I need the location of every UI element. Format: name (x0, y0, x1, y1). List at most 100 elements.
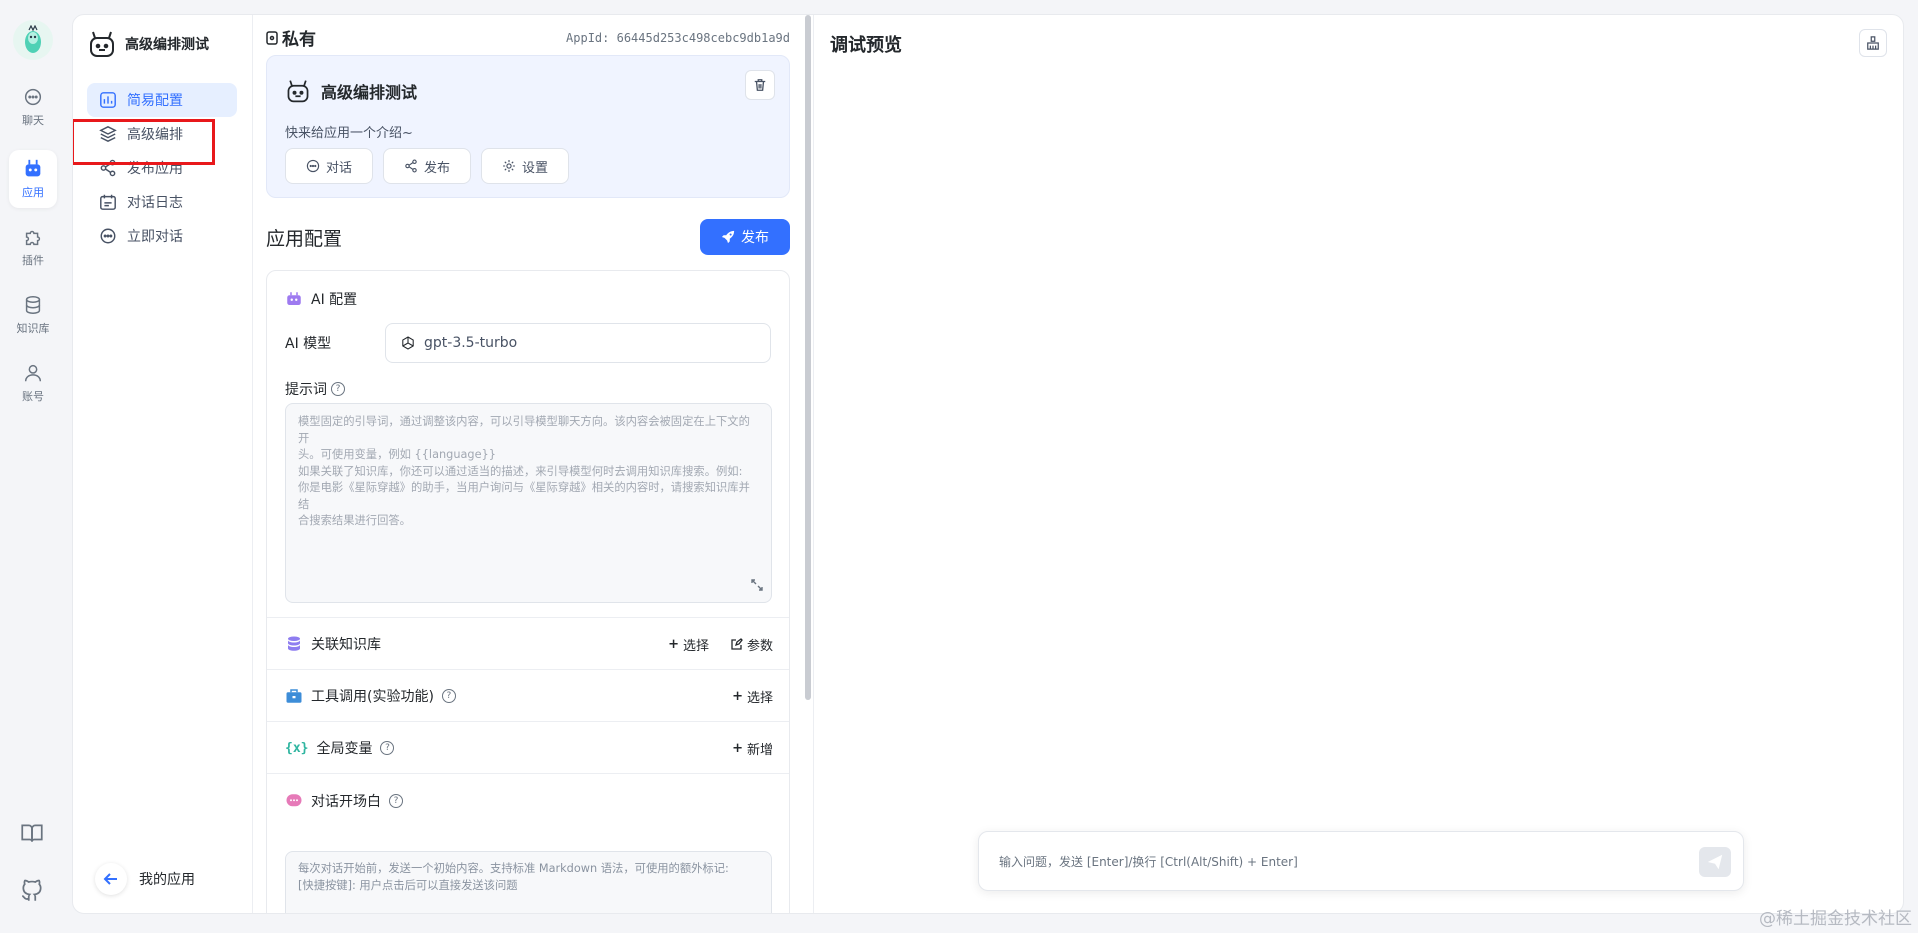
delete-app-button[interactable] (745, 70, 775, 100)
nav-label: 对话日志 (127, 195, 183, 211)
tools-title: 工具调用(实验功能) ? (285, 686, 456, 706)
dataset-params-button[interactable]: 参数 (731, 635, 773, 654)
publish-label: 发布 (741, 230, 769, 246)
chat-input[interactable]: 输入问题，发送 [Enter]/换行 [Ctrl(Alt/Shift) + En… (978, 831, 1744, 891)
nav-advanced-edit[interactable]: 高级编排 (87, 117, 237, 151)
avatar-icon (25, 25, 41, 53)
send-button[interactable] (1699, 847, 1731, 877)
dataset-section: 关联知识库 + 选择 参数 (285, 629, 773, 659)
chat-icon (24, 88, 42, 106)
visibility-label: 私有 (282, 30, 316, 50)
arrow-left-icon (95, 863, 127, 895)
expand-icon[interactable] (751, 578, 763, 597)
button-label: 发布 (424, 160, 451, 176)
welcome-section: 对话开场白 ? (285, 786, 773, 816)
rail-apps[interactable]: 应用 (9, 150, 57, 208)
visibility-row: 私有 AppId: 66445d253c498cebc9db1a9d (266, 25, 790, 50)
rocket-icon (721, 230, 735, 244)
help-icon[interactable]: ? (380, 741, 395, 755)
nav-label: 发布应用 (127, 161, 183, 177)
rail-chat[interactable]: 聊天 (9, 78, 57, 136)
prompt-placeholder-line: 头。可使用变量，例如 {{language}} (298, 448, 496, 461)
rail-label: 聊天 (22, 114, 44, 127)
config-panel: AI 配置 AI 模型 gpt-3.5-turbo 提示词 ? 模型固定的引导词… (266, 270, 790, 913)
app-nav: 高级编排测试 简易配置 高级编排 发布应用 对话日志 立即对话 我的应用 (73, 15, 253, 913)
tools-section: 工具调用(实验功能) ? + 选择 (285, 681, 773, 711)
dataset-actions: + 选择 参数 (668, 635, 773, 654)
share-button[interactable]: 发布 (383, 148, 472, 184)
plus-icon: + (668, 636, 679, 652)
gear-icon (503, 160, 515, 172)
chat-bubble-icon (100, 228, 116, 244)
rail-label: 知识库 (16, 322, 50, 335)
intro-description: 快来给应用一个介绍~ (285, 126, 413, 141)
variables-add-button[interactable]: + 新增 (732, 739, 773, 758)
app-title: 高级编排测试 (125, 37, 209, 53)
welcome-label: 对话开场白 (311, 794, 381, 810)
ai-config-label: AI 配置 (311, 292, 358, 308)
prompt-textarea[interactable]: 模型固定的引导词，通过调整该内容，可以引导模型聊天方向。该内容会被固定在上下文的… (285, 403, 772, 603)
user-avatar[interactable] (13, 20, 53, 60)
preview-clear-button[interactable] (1859, 29, 1887, 57)
nav-chat-now[interactable]: 立即对话 (87, 219, 237, 253)
settings-button[interactable]: 设置 (481, 148, 570, 184)
model-select[interactable]: gpt-3.5-turbo (385, 323, 771, 363)
welcome-textarea[interactable]: 每次对话开始前，发送一个初始内容。支持标准 Markdown 语法，可使用的额外… (285, 851, 772, 913)
chart-icon (100, 92, 116, 108)
publish-button[interactable]: 发布 (700, 219, 790, 255)
chat-bubble-icon (286, 794, 302, 807)
model-row: AI 模型 gpt-3.5-turbo (285, 323, 775, 363)
intro-title-text: 高级编排测试 (321, 83, 418, 102)
prompt-label: 提示词 ? (285, 379, 345, 399)
nav-simple-config[interactable]: 简易配置 (87, 83, 237, 117)
config-title: 应用配置 (266, 227, 343, 250)
nav-chat-logs[interactable]: 对话日志 (87, 185, 237, 219)
nav-publish[interactable]: 发布应用 (87, 151, 237, 185)
plus-icon: + (732, 688, 743, 704)
config-scrollbar[interactable] (805, 15, 811, 700)
rail-label: 插件 (22, 254, 44, 267)
send-icon (1707, 854, 1723, 870)
app-intro-card: 高级编排测试 快来给应用一个介绍~ 对话 发布 设置 (266, 55, 790, 198)
github-link[interactable] (19, 878, 47, 906)
share-icon (405, 159, 417, 173)
variables-label: 全局变量 (316, 741, 373, 757)
divider (267, 721, 789, 722)
config-column: 私有 AppId: 66445d253c498cebc9db1a9d 高级编排测… (254, 15, 795, 913)
back-to-apps[interactable]: 我的应用 (95, 863, 195, 895)
trash-icon (754, 79, 766, 91)
docs-link[interactable] (19, 820, 47, 848)
rail-knowledge[interactable]: 知识库 (9, 286, 57, 344)
prompt-placeholder-line: 你是电影《星际穿越》的助手，当用户询问与《星际穿越》相关的内容时，请搜索知识库并… (298, 481, 750, 511)
select-label: 选择 (746, 690, 773, 706)
variables-title: {x} 全局变量 ? (285, 738, 395, 758)
lock-icon (266, 30, 278, 45)
dataset-title: 关联知识库 (285, 634, 381, 654)
share-icon (100, 159, 116, 177)
model-value: gpt-3.5-turbo (424, 335, 518, 351)
dataset-label: 关联知识库 (311, 637, 381, 653)
nav-label: 高级编排 (127, 127, 183, 143)
rail-label: 账号 (22, 390, 44, 403)
app-header: 高级编排测试 (87, 29, 209, 59)
rail-plugins[interactable]: 插件 (9, 218, 57, 276)
variable-icon: {x} (285, 740, 309, 756)
rail-label: 应用 (22, 186, 44, 199)
help-icon[interactable]: ? (389, 794, 403, 808)
app-id: AppId: 66445d253c498cebc9db1a9d (566, 30, 790, 45)
rail-account[interactable]: 账号 (9, 354, 57, 412)
edit-icon (731, 638, 743, 650)
variables-section: {x} 全局变量 ? + 新增 (285, 733, 773, 763)
chat-button[interactable]: 对话 (285, 148, 374, 184)
dataset-select-button[interactable]: + 选择 (668, 635, 709, 654)
help-icon[interactable]: ? (441, 689, 456, 703)
chat-icon (306, 159, 320, 173)
tools-label: 工具调用(实验功能) (311, 689, 434, 705)
prompt-placeholder-line: 如果关联了知识库，你还可以通过适当的描述，来引导模型何时去调用知识库搜索。例如: (298, 464, 743, 478)
broom-icon (1867, 36, 1879, 50)
help-icon[interactable]: ? (331, 382, 345, 396)
app-robot-icon (287, 80, 309, 103)
app-robot-icon (90, 31, 114, 57)
tools-select-button[interactable]: + 选择 (732, 687, 773, 706)
chat-input-placeholder: 输入问题，发送 [Enter]/换行 [Ctrl(Alt/Shift) + En… (999, 854, 1298, 869)
